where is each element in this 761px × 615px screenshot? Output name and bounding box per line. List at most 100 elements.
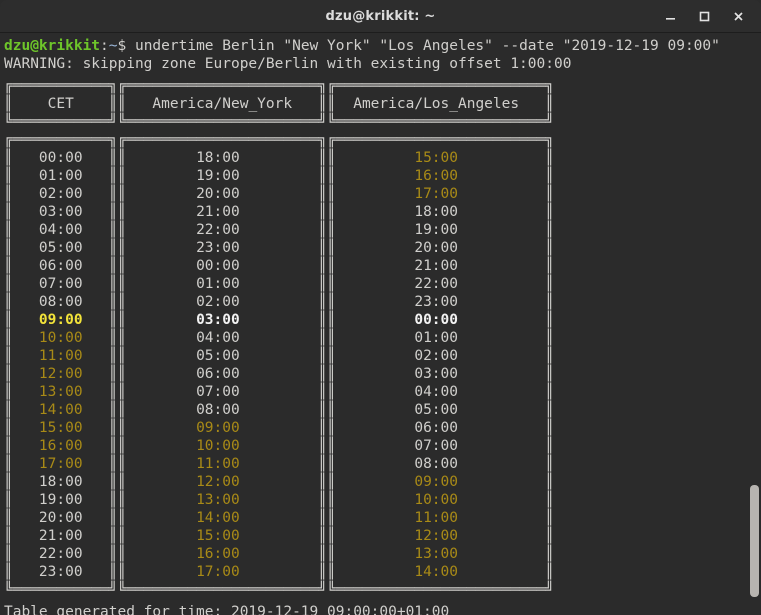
table-border-cell: ║ xyxy=(117,366,127,382)
table-cell: 10:00 xyxy=(126,438,319,454)
close-icon[interactable] xyxy=(723,4,753,30)
table-border-cell: ║ xyxy=(4,276,13,292)
table-border-cell: ║ xyxy=(327,222,336,238)
table-cell: 21:00 xyxy=(335,258,546,274)
table-row: ║ 16:00 ║║ 10:00 ║║ 07:00 ║ xyxy=(4,437,761,455)
table-cell: 01:00 xyxy=(335,330,546,346)
terminal-scrollbar[interactable] xyxy=(747,33,761,615)
table-cell: 16:00 xyxy=(126,546,319,562)
table-row: ║ 13:00 ║║ 07:00 ║║ 04:00 ║ xyxy=(4,383,761,401)
prompt-separator: : xyxy=(100,38,109,54)
table-cell: 07:00 xyxy=(335,438,546,454)
table-border-cell: ║ xyxy=(318,96,328,112)
table-border-cell: ║ xyxy=(4,474,13,490)
table-border-cell: ║ xyxy=(327,348,336,364)
table-border-cell: ║ xyxy=(117,312,127,328)
table-border-cell: ║ xyxy=(318,510,328,526)
table-border-cell: ║ xyxy=(545,150,555,166)
table-border-cell: ║ xyxy=(117,474,127,490)
table-border-cell: ║ xyxy=(117,186,127,202)
table-border-cell: ║ xyxy=(545,222,555,238)
minimize-icon[interactable] xyxy=(655,4,685,30)
table-border-cell: ║ xyxy=(327,438,336,454)
table-border-cell: ║ xyxy=(4,312,13,328)
table-cell: 05:00 xyxy=(126,348,319,364)
table-border-cell: ║ xyxy=(4,96,13,112)
table-border-cell: ║ xyxy=(327,420,336,436)
prompt-user-host: dzu@krikkit xyxy=(4,38,101,54)
table-border-cell: ║ xyxy=(4,546,13,562)
table-border-cell: ║ xyxy=(4,186,13,202)
table-cell: 19:00 xyxy=(12,492,109,508)
table-border-cell: ║ xyxy=(4,348,13,364)
table-border-cell: ║ xyxy=(327,474,336,490)
table-border-cell: ║ xyxy=(318,186,328,202)
table-border-cell: ║ xyxy=(108,510,118,526)
table-cell: 17:00 xyxy=(12,456,109,472)
table-border-cell: ║ xyxy=(117,510,127,526)
table-border-cell: ║ xyxy=(545,168,555,184)
table-cell: 00:00 xyxy=(126,258,319,274)
table-cell: 11:00 xyxy=(12,348,109,364)
table-row: ║ 01:00 ║║ 19:00 ║║ 16:00 ║ xyxy=(4,167,761,185)
table-border-cell: ║ xyxy=(318,456,328,472)
table-cell: 08:00 xyxy=(126,402,319,418)
table-body-top-border: ╔═══════════╗╔══════════════════════╗╔══… xyxy=(4,132,554,148)
table-border-cell: ║ xyxy=(327,564,336,580)
scrollbar-thumb[interactable] xyxy=(750,485,759,597)
table-cell: 13:00 xyxy=(12,384,109,400)
table-border-cell: ║ xyxy=(327,150,336,166)
table-border-cell: ║ xyxy=(117,438,127,454)
table-border-cell: ║ xyxy=(117,402,127,418)
table-border-cell: ║ xyxy=(327,510,336,526)
footer-line: Table generated for time: 2019-12-19 09:… xyxy=(4,604,450,615)
table-border-cell: ║ xyxy=(108,186,118,202)
terminal-screen[interactable]: dzu@krikkit:~$ undertime Berlin "New Yor… xyxy=(0,33,761,615)
table-cell: 23:00 xyxy=(335,294,546,310)
table-border-cell: ║ xyxy=(117,294,127,310)
table-border-cell: ║ xyxy=(318,150,328,166)
table-border-cell: ║ xyxy=(4,366,13,382)
table-border-cell: ║ xyxy=(117,384,127,400)
table-cell: 02:00 xyxy=(335,348,546,364)
table-cell: 22:00 xyxy=(12,546,109,562)
table-cell: 07:00 xyxy=(12,276,109,292)
table-border-cell: ║ xyxy=(108,258,118,274)
window-titlebar[interactable]: dzu@krikkit: ~ xyxy=(0,0,761,33)
table-border-cell: ║ xyxy=(117,240,127,256)
table-cell: 09:00 xyxy=(335,474,546,490)
table-border-cell: ║ xyxy=(545,204,555,220)
table-cell: 22:00 xyxy=(335,276,546,292)
command-line: dzu@krikkit:~$ undertime Berlin "New Yor… xyxy=(4,37,761,55)
table-cell: 21:00 xyxy=(12,528,109,544)
table-cell: 03:00 xyxy=(12,204,109,220)
table-border-cell: ║ xyxy=(108,456,118,472)
table-row: ║ 14:00 ║║ 08:00 ║║ 05:00 ║ xyxy=(4,401,761,419)
table-cell: 03:00 xyxy=(126,312,319,328)
maximize-icon[interactable] xyxy=(689,4,719,30)
table-border-cell: ║ xyxy=(545,366,555,382)
table-border-cell: ║ xyxy=(117,96,127,112)
table-border-cell: ║ xyxy=(108,546,118,562)
table-cell: 15:00 xyxy=(126,528,319,544)
table-row: ║ 00:00 ║║ 18:00 ║║ 15:00 ║ xyxy=(4,149,761,167)
table-cell: 04:00 xyxy=(335,384,546,400)
table-cell: 16:00 xyxy=(12,438,109,454)
table-cell: 07:00 xyxy=(126,384,319,400)
table-border-cell: ║ xyxy=(4,150,13,166)
table-border-cell: ║ xyxy=(108,294,118,310)
table-border-cell: ║ xyxy=(545,186,555,202)
table-cell: 15:00 xyxy=(335,150,546,166)
table-cell: 20:00 xyxy=(335,240,546,256)
table-border-cell: ║ xyxy=(318,438,328,454)
table-border-cell: ║ xyxy=(4,168,13,184)
table-cell: 09:00 xyxy=(12,312,109,328)
table-border-cell: ║ xyxy=(318,294,328,310)
table-cell: 10:00 xyxy=(335,492,546,508)
table-border-cell: ║ xyxy=(108,384,118,400)
table-cell: 18:00 xyxy=(126,150,319,166)
table-row: ║ 22:00 ║║ 16:00 ║║ 13:00 ║ xyxy=(4,545,761,563)
table-border-cell: ║ xyxy=(4,492,13,508)
table-row: ║ 20:00 ║║ 14:00 ║║ 11:00 ║ xyxy=(4,509,761,527)
table-border-cell: ║ xyxy=(545,240,555,256)
